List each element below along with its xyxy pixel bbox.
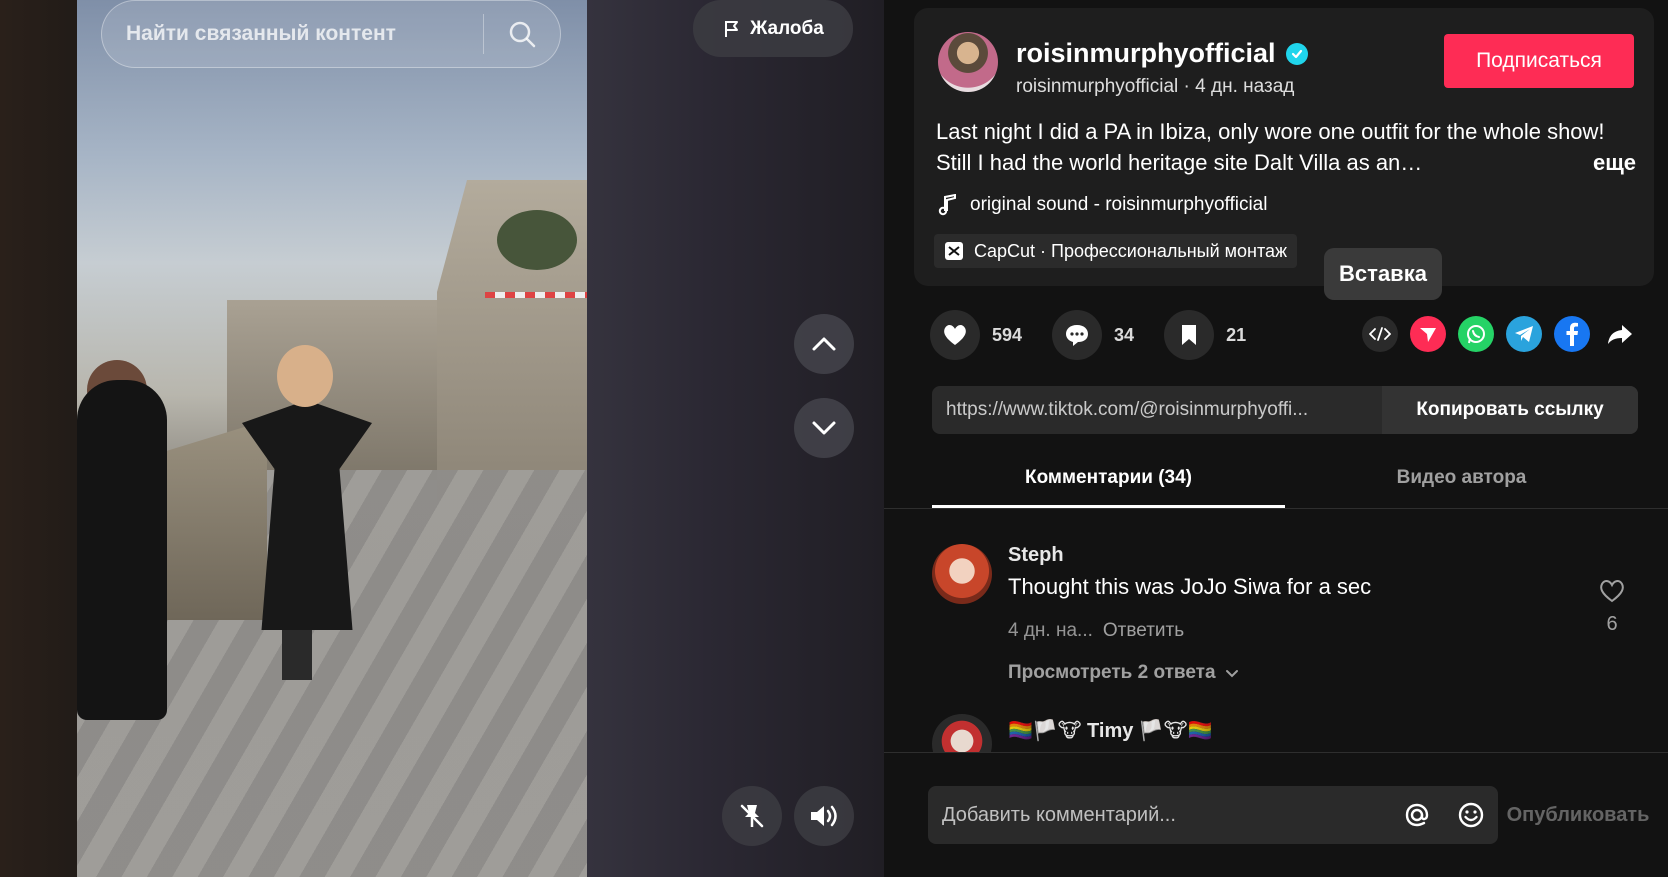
comment-text: Thought this was JoJo Siwa for a sec [1008, 574, 1372, 599]
like-button[interactable] [930, 310, 980, 360]
comment-meta: 4 дн. на... Ответить [1008, 620, 1184, 642]
reply-button[interactable]: Ответить [1103, 620, 1184, 642]
comment-like-count: 6 [1606, 613, 1618, 635]
like-count: 594 [992, 324, 1023, 345]
embed-tooltip: Вставка [1324, 248, 1442, 300]
commenter-name[interactable]: 🏳️‍🌈🏳️🐮 Timy 🏳️🐮🏳️‍🌈 [1008, 718, 1212, 743]
search-icon [509, 21, 536, 48]
whatsapp-icon [1467, 325, 1485, 344]
bookmark-button[interactable] [1164, 310, 1215, 360]
comment-time: 4 дн. на... [1008, 620, 1093, 641]
facebook-share-button[interactable] [1554, 316, 1590, 352]
flag-icon [725, 20, 739, 37]
copy-link-button[interactable]: Копировать ссылку [1382, 386, 1638, 434]
capcut-label: CapCut · Профессиональный монтаж [974, 240, 1288, 261]
send-icon [1420, 328, 1436, 342]
share-link-text[interactable]: https://www.tiktok.com/@roisinmurphyoffi… [932, 386, 1382, 434]
capcut-icon [945, 242, 963, 260]
pin-off-icon [740, 804, 764, 828]
view-replies-label: Просмотреть 2 ответа [1008, 662, 1216, 683]
related-search-box [101, 0, 561, 68]
music-title: original sound - roisinmurphyofficial [970, 194, 1268, 215]
volume-icon [811, 805, 837, 827]
video-scene-tree [497, 210, 577, 270]
heart-outline-icon [1600, 580, 1624, 603]
video-info-panel: roisinmurphyofficial roisinmurphyofficia… [884, 0, 1668, 877]
next-video-button[interactable] [794, 398, 854, 458]
more-share-button[interactable] [1602, 316, 1638, 352]
share-link-box: https://www.tiktok.com/@roisinmurphyoffi… [932, 386, 1638, 434]
heart-icon [944, 325, 966, 345]
chevron-down-icon [1225, 670, 1238, 678]
share-arrow-icon [1608, 325, 1632, 344]
caption-more-link[interactable]: еще [1593, 147, 1636, 178]
capcut-link[interactable]: CapCut · Профессиональный монтаж [934, 234, 1298, 268]
video-area: Жалоба [0, 0, 884, 877]
video-scene-tape [485, 292, 587, 298]
comment-input[interactable] [928, 803, 1390, 827]
video-person-head [277, 345, 333, 407]
action-bar: 594 34 21 [930, 310, 1276, 360]
author-subline: roisinmurphyofficial · 4 дн. назад [1016, 76, 1295, 97]
report-label: Жалоба [750, 17, 824, 39]
comment-count: 34 [1114, 324, 1135, 345]
search-button[interactable] [484, 0, 560, 68]
comment-bubble-icon [1066, 325, 1089, 346]
emoji-button[interactable] [1444, 786, 1498, 844]
commenter-avatar[interactable] [932, 544, 992, 604]
tab-comments[interactable]: Комментарии (34) [932, 456, 1285, 508]
commenter-name[interactable]: Steph [1008, 544, 1064, 567]
like-action[interactable]: 594 [930, 310, 1022, 360]
chevron-down-icon [812, 421, 836, 435]
follow-button[interactable]: Подписаться [1444, 34, 1634, 88]
author-name-row[interactable]: roisinmurphyofficial [1016, 38, 1308, 69]
search-input[interactable] [102, 22, 483, 46]
whatsapp-share-button[interactable] [1458, 316, 1494, 352]
send-to-friends-button[interactable] [1410, 316, 1446, 352]
video-player[interactable] [77, 0, 587, 877]
author-display-name[interactable]: roisinmurphyofficial [1016, 38, 1276, 69]
facebook-icon [1566, 322, 1578, 346]
view-replies-button[interactable]: Просмотреть 2 ответа [1008, 662, 1240, 684]
description-card: roisinmurphyofficial roisinmurphyofficia… [914, 8, 1654, 286]
music-link[interactable]: original sound - roisinmurphyofficial [938, 194, 1267, 216]
music-note-icon [938, 194, 956, 216]
caption-text: Last night I did a PA in Ibiza, only wor… [936, 119, 1605, 175]
comment-button[interactable] [1052, 310, 1103, 360]
composer-divider [884, 752, 1668, 753]
tabs-divider [884, 508, 1668, 509]
video-person-left [77, 380, 167, 720]
mention-button[interactable] [1390, 786, 1444, 844]
share-icons [1362, 316, 1638, 352]
comment-like-button[interactable]: 6 [1592, 578, 1632, 636]
comment-list: Steph Thought this was JoJo Siwa for a s… [884, 510, 1668, 752]
telegram-share-button[interactable] [1506, 316, 1542, 352]
verified-badge-icon [1285, 42, 1308, 65]
bookmark-icon [1182, 325, 1197, 345]
save-count: 21 [1226, 324, 1247, 345]
previous-video-button[interactable] [794, 314, 854, 374]
telegram-icon [1515, 326, 1533, 342]
save-action[interactable]: 21 [1164, 310, 1246, 360]
comment-composer [928, 786, 1498, 844]
author-avatar[interactable] [938, 32, 998, 92]
emoji-icon [1458, 802, 1484, 828]
post-caption: Last night I did a PA in Ibiza, only wor… [936, 116, 1636, 178]
panel-tabs: Комментарии (34) Видео автора [932, 456, 1638, 508]
tab-author-videos[interactable]: Видео автора [1285, 456, 1638, 508]
commenter-avatar[interactable] [932, 714, 992, 752]
comment-action[interactable]: 34 [1052, 310, 1134, 360]
chevron-up-icon [812, 337, 836, 351]
at-sign-icon [1405, 803, 1429, 827]
embed-button[interactable] [1362, 316, 1398, 352]
report-button[interactable]: Жалоба [693, 0, 853, 57]
embed-icon [1369, 327, 1391, 341]
floating-player-button[interactable] [722, 786, 782, 846]
post-comment-button[interactable]: Опубликовать [1498, 786, 1658, 844]
volume-button[interactable] [794, 786, 854, 846]
